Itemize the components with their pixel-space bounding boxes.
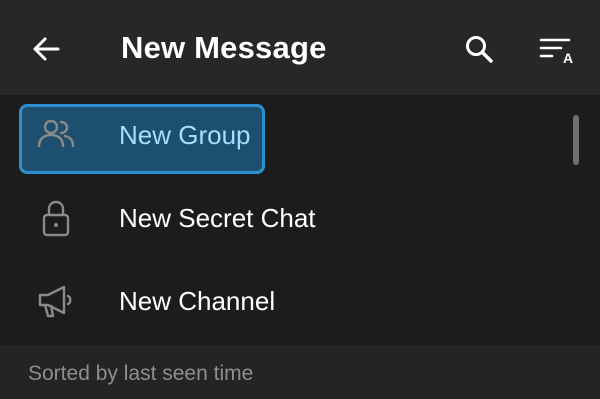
new-group-item[interactable]: New Group <box>0 95 560 175</box>
section-header: Sorted by last seen time <box>0 345 600 399</box>
new-channel-item[interactable]: New Channel <box>0 261 560 341</box>
search-icon <box>466 36 493 63</box>
new-message-options: New Group New Secret Chat New Channel <box>0 95 600 345</box>
search-button[interactable] <box>455 25 503 73</box>
sort-az-letter: A <box>563 50 573 64</box>
new-secret-chat-item[interactable]: New Secret Chat <box>0 178 560 258</box>
sort-az-icon: A <box>539 38 573 64</box>
scrollbar[interactable] <box>573 115 579 165</box>
new-channel-label: New Channel <box>119 286 276 316</box>
page-title: New Message <box>121 30 327 65</box>
lock-icon <box>34 196 78 240</box>
sort-button[interactable]: A <box>533 25 581 73</box>
group-icon <box>34 113 78 157</box>
top-app-bar: New Message A <box>0 0 600 95</box>
sort-note: Sorted by last seen time <box>28 362 254 385</box>
megaphone-icon <box>34 279 78 323</box>
new-group-label: New Group <box>119 120 251 150</box>
arrow-left-icon <box>33 37 60 61</box>
back-button[interactable] <box>22 25 70 73</box>
new-secret-chat-label: New Secret Chat <box>119 203 316 233</box>
